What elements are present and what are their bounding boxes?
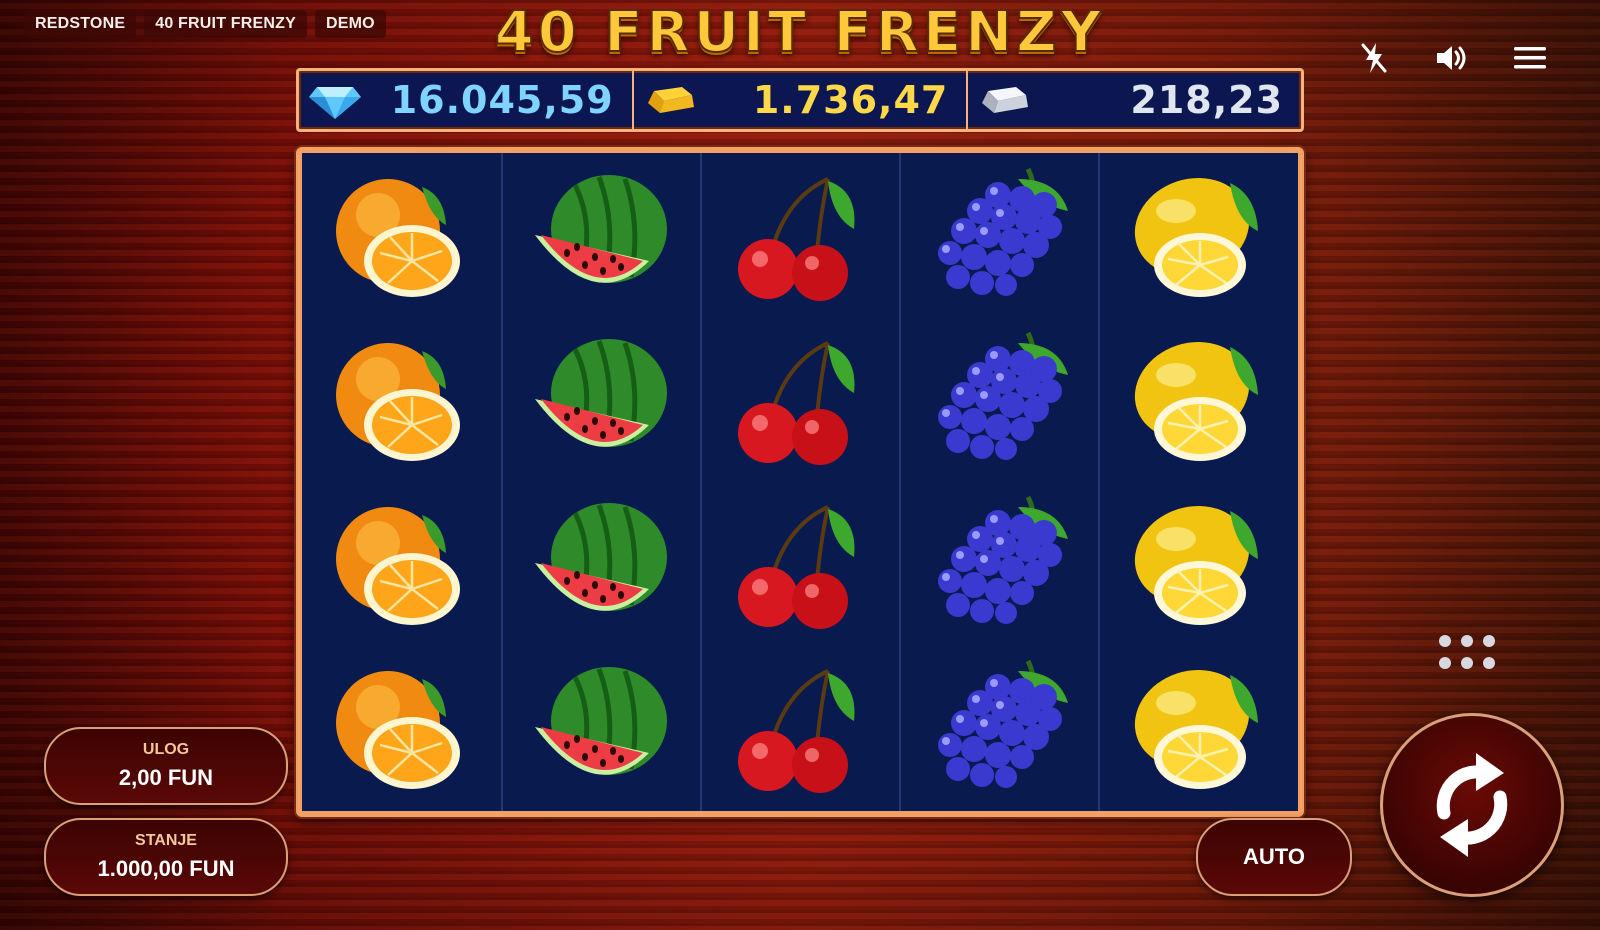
jackpot-diamond-value: 16.045,59 <box>390 78 614 122</box>
cherry-symbol <box>702 645 896 808</box>
balance-panel: STANJE 1.000,00 FUN <box>44 818 288 896</box>
grapes-symbol <box>901 645 1095 808</box>
lightning-off-icon[interactable] <box>1354 38 1394 78</box>
watermelon-symbol <box>503 645 697 808</box>
orange-symbol <box>304 317 498 480</box>
jackpot-gold: 1.736,47 <box>634 71 969 129</box>
cherry-symbol <box>702 153 896 316</box>
grapes-symbol <box>901 317 1095 480</box>
reel-grid <box>296 147 1304 817</box>
spin-icon <box>1436 753 1508 857</box>
lemon-symbol <box>1100 481 1294 644</box>
spin-button[interactable] <box>1380 713 1564 897</box>
balance-label: STANJE <box>135 832 197 849</box>
cherry-symbol <box>702 481 896 644</box>
lemon-symbol <box>1100 317 1294 480</box>
lemon-symbol <box>1100 153 1294 316</box>
jackpot-gold-value: 1.736,47 <box>752 78 949 122</box>
jackpot-silver: 218,23 <box>968 71 1301 129</box>
reel-2 <box>501 153 702 811</box>
cherry-symbol <box>702 317 896 480</box>
balance-value: 1.000,00 FUN <box>97 856 235 881</box>
jackpot-diamond: 16.045,59 <box>299 71 634 129</box>
reel-5 <box>1098 153 1297 811</box>
grapes-symbol <box>901 481 1095 644</box>
watermelon-symbol <box>503 481 697 644</box>
grapes-symbol <box>901 153 1095 316</box>
volume-icon[interactable] <box>1432 38 1472 78</box>
more-games-icon[interactable] <box>1438 634 1496 670</box>
reel-1 <box>302 153 503 811</box>
reel-4 <box>899 153 1100 811</box>
orange-symbol <box>304 153 498 316</box>
orange-symbol <box>304 481 498 644</box>
orange-symbol <box>304 645 498 808</box>
gold-bar-icon <box>642 81 700 126</box>
jackpot-bar: 16.045,59 1.736,47 218,23 <box>296 68 1304 132</box>
watermelon-symbol <box>503 317 697 480</box>
bet-label: ULOG <box>142 741 190 758</box>
reel-3 <box>700 153 901 811</box>
jackpot-silver-value: 218,23 <box>1130 78 1284 122</box>
bet-value: 2,00 FUN <box>118 765 214 790</box>
auto-button[interactable]: AUTO <box>1196 818 1352 896</box>
silver-bar-icon <box>976 81 1034 126</box>
diamond-icon <box>307 81 363 126</box>
lemon-symbol <box>1100 645 1294 808</box>
bet-panel[interactable]: ULOG 2,00 FUN <box>44 727 288 805</box>
menu-icon[interactable] <box>1510 38 1550 78</box>
watermelon-symbol <box>503 153 697 316</box>
